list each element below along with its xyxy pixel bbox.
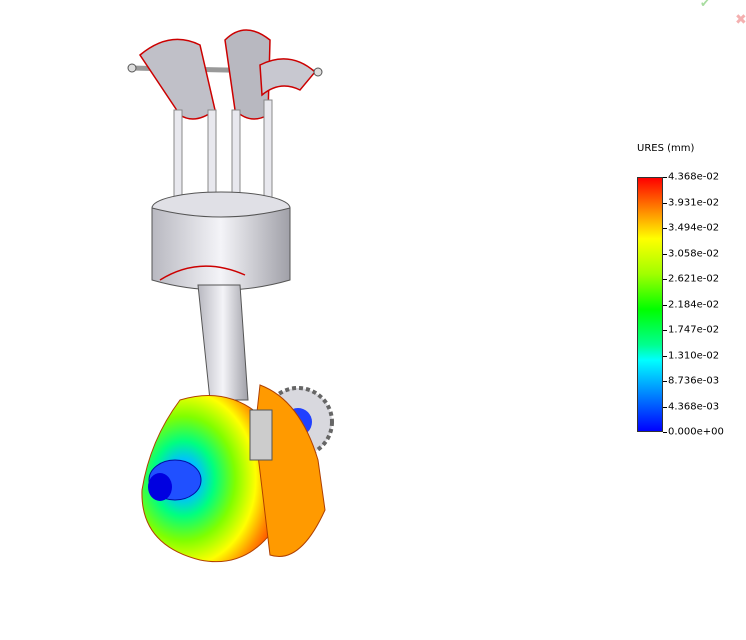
legend-tick-label: 3.494e-02 — [668, 222, 720, 234]
legend-tick — [663, 279, 667, 280]
connecting-rod — [197, 284, 249, 401]
legend-tick — [663, 381, 667, 382]
legend-tick-label: 1.310e-02 — [668, 350, 720, 361]
legend-tick-label: 0.000e+00 — [668, 426, 724, 438]
legend-tick — [663, 432, 667, 433]
legend-tick-label: 8.736e-03 — [668, 375, 720, 387]
legend-tick-label: 4.368e-03 — [668, 401, 720, 412]
legend-tick-label: 4.368e-02 — [668, 171, 720, 183]
legend-tick — [663, 330, 667, 331]
close-icon[interactable]: ✖ — [735, 12, 746, 28]
legend-title: URES (mm) — [637, 143, 695, 154]
legend-tick — [663, 304, 667, 306]
piston — [151, 191, 291, 291]
legend-tick-label: 2.184e-02 — [668, 299, 720, 310]
legend-tick — [663, 228, 667, 229]
model-viewport[interactable] — [0, 0, 746, 640]
check-icon[interactable]: ✔ — [700, 0, 710, 10]
legend-tick — [663, 202, 667, 204]
legend-tick-label: 2.621e-02 — [668, 273, 720, 285]
legend-tick — [663, 253, 667, 255]
legend-tick-label: 3.931e-02 — [668, 197, 720, 208]
legend-tick-label: 3.058e-02 — [668, 248, 720, 259]
legend-tick — [663, 177, 667, 178]
legend-tick-label: 1.747e-02 — [668, 324, 720, 336]
legend-tick — [663, 355, 667, 357]
legend-color-bar — [637, 177, 663, 432]
legend-tick — [663, 406, 667, 408]
rocker-assembly — [127, 29, 323, 120]
